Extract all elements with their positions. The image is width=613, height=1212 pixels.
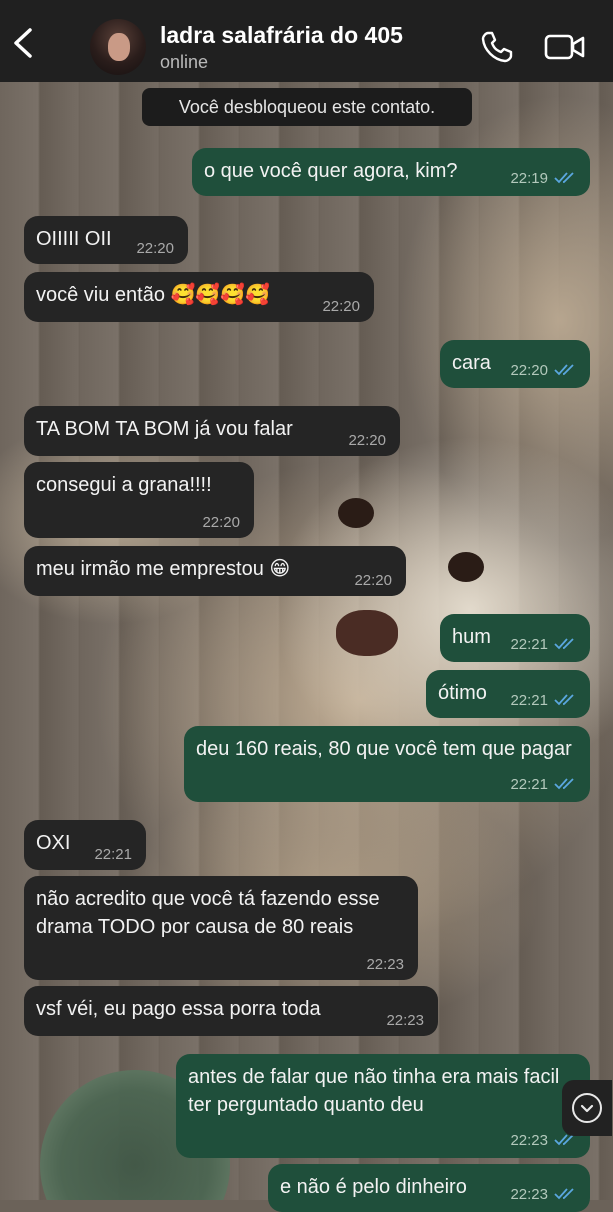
message-bubble-outgoing[interactable]: antes de falar que não tinha era mais fa…	[176, 1054, 590, 1158]
contact-status: online	[160, 52, 209, 72]
double-check-icon	[554, 363, 578, 382]
message-time: 22:20	[136, 240, 174, 257]
message-time: 22:23	[386, 1012, 424, 1029]
wallpaper-dog-eye	[448, 552, 484, 582]
double-check-icon	[554, 1187, 578, 1206]
double-check-icon	[554, 693, 578, 712]
message-bubble-incoming[interactable]: consegui a grana!!!! 22:20	[24, 462, 254, 538]
message-meta: 22:20	[510, 362, 578, 382]
message-text: meu irmão me emprestou 😁	[36, 558, 291, 580]
message-text: não acredito que você tá fazendo esse dr…	[36, 888, 380, 938]
message-bubble-incoming[interactable]: vsf véi, eu pago essa porra toda 22:23	[24, 986, 438, 1036]
message-bubble-outgoing[interactable]: o que você quer agora, kim? 22:19	[192, 148, 590, 196]
double-check-icon	[554, 171, 578, 190]
wallpaper-dog-nose	[336, 610, 398, 656]
double-check-icon	[554, 777, 578, 796]
video-camera-icon[interactable]	[544, 32, 586, 62]
message-meta: 22:21	[510, 636, 578, 656]
message-time: 22:20	[354, 572, 392, 589]
message-time: 22:20	[322, 298, 360, 315]
message-meta: 22:19	[510, 170, 578, 190]
message-bubble-incoming[interactable]: OXI 22:21	[24, 820, 146, 870]
message-bubble-incoming[interactable]: meu irmão me emprestou 😁 22:20	[24, 546, 406, 596]
message-bubble-incoming[interactable]: você viu então 🥰🥰🥰🥰 22:20	[24, 272, 374, 322]
message-meta: 22:21	[510, 776, 578, 796]
scroll-to-bottom-button[interactable]	[562, 1080, 612, 1136]
message-bubble-outgoing[interactable]: e não é pelo dinheiro 22:23	[268, 1164, 590, 1212]
message-text: TA BOM TA BOM já vou falar	[36, 418, 293, 440]
message-meta: 22:21	[510, 692, 578, 712]
chat-header: ladra salafrária do 405 online	[0, 0, 613, 82]
message-text: antes de falar que não tinha era mais fa…	[188, 1066, 560, 1116]
message-bubble-outgoing[interactable]: cara 22:20	[440, 340, 590, 388]
message-bubble-incoming[interactable]: não acredito que você tá fazendo esse dr…	[24, 876, 418, 980]
contact-name[interactable]: ladra salafrária do 405	[160, 22, 403, 49]
message-time: 22:23	[366, 956, 404, 973]
chevron-left-icon[interactable]	[10, 28, 36, 58]
message-text: vsf véi, eu pago essa porra toda	[36, 998, 321, 1020]
message-bubble-outgoing[interactable]: deu 160 reais, 80 que você tem que pagar…	[184, 726, 590, 802]
message-text: consegui a grana!!!!	[36, 474, 212, 496]
message-bubble-incoming[interactable]: TA BOM TA BOM já vou falar 22:20	[24, 406, 400, 456]
unblocked-notice: Você desbloqueou este contato.	[142, 88, 472, 126]
message-bubble-outgoing[interactable]: ótimo 22:21	[426, 670, 590, 718]
message-bubble-outgoing[interactable]: hum 22:21	[440, 614, 590, 662]
message-time: 22:20	[202, 514, 240, 531]
avatar[interactable]	[90, 19, 146, 75]
message-meta: 22:23	[510, 1186, 578, 1206]
message-bubble-incoming[interactable]: OIIIII OII 22:20	[24, 216, 188, 264]
wallpaper-dog-eye	[338, 498, 374, 528]
chevron-down-circle-icon	[572, 1093, 602, 1123]
message-meta: 22:23	[510, 1132, 578, 1152]
message-time: 22:21	[94, 846, 132, 863]
phone-icon[interactable]	[480, 30, 514, 64]
message-time: 22:20	[348, 432, 386, 449]
double-check-icon	[554, 637, 578, 656]
message-text: deu 160 reais, 80 que você tem que pagar	[196, 738, 572, 760]
message-text: você viu então 🥰🥰🥰🥰	[36, 284, 271, 306]
